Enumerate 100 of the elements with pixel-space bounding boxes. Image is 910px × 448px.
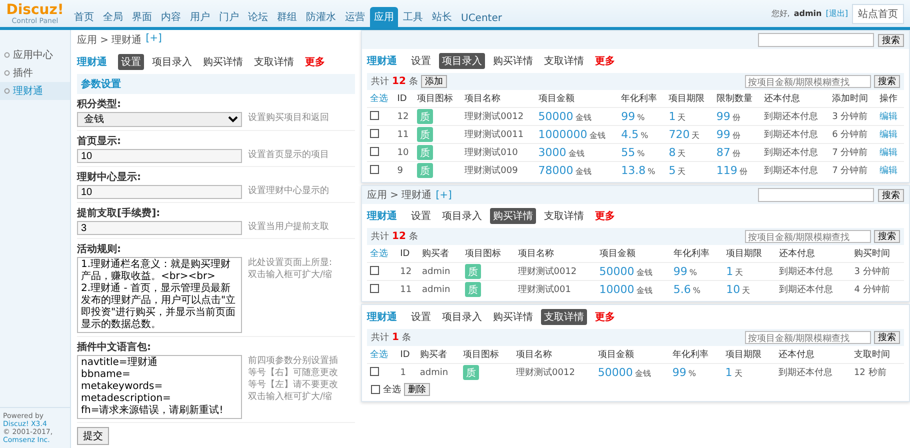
tab[interactable]: 购买详情 (490, 309, 536, 325)
edit-link[interactable]: 编辑 (880, 148, 898, 158)
field-label: 提前支取[手续费]: (77, 206, 162, 221)
column-header: ID (397, 245, 420, 262)
nav-tab[interactable]: 用户 (186, 7, 214, 27)
input-field[interactable]: 10 (77, 149, 242, 163)
checkbox[interactable] (370, 146, 379, 156)
nav-tab[interactable]: 界面 (128, 7, 156, 27)
nav-tab[interactable]: 群组 (273, 7, 301, 27)
table-cell: 到期还本付息 (761, 108, 830, 126)
column-header: 项目名称 (514, 245, 596, 262)
input-field[interactable]: 3 (77, 221, 242, 235)
textarea-field[interactable]: 1.理财通栏名意义：就是购买理财产品，赚取收益。<br><br> 2.理财通 - 首页，显示管理员最新发布的理财产品，用户可以点击"立即投资"进行购买，并显示当前页面显示的数据总数。 (77, 257, 242, 333)
select-all-link[interactable]: 全选 (367, 245, 398, 262)
checkbox[interactable] (370, 164, 379, 174)
plugin-title: 理财通 (77, 56, 107, 69)
tab[interactable]: 购买详情 (490, 208, 536, 224)
edit-link[interactable]: 编辑 (880, 130, 898, 140)
tab[interactable]: 项目录入 (439, 309, 485, 325)
submit-button[interactable]: 提交 (77, 427, 109, 445)
add-shortcut-link[interactable]: [+] (146, 33, 162, 47)
tab[interactable]: 购买详情 (200, 54, 246, 70)
logo-text: Discuz! (6, 2, 64, 16)
nav-tab[interactable]: 论坛 (244, 7, 272, 27)
input-field[interactable]: 10 (77, 185, 242, 199)
tab[interactable]: 项目录入 (439, 208, 485, 224)
select-field[interactable]: 金钱 (77, 112, 242, 127)
search-button[interactable]: 搜索 (874, 230, 900, 243)
tab[interactable]: 支取详情 (251, 54, 297, 70)
tab[interactable]: 支取详情 (541, 208, 587, 224)
table-cell: 11 (397, 280, 420, 298)
sidebar-item[interactable]: 应用中心 (0, 46, 70, 64)
value-unit: 金钱 (568, 149, 584, 158)
search-button[interactable]: 搜索 (878, 188, 904, 202)
total-label: 共计 (371, 332, 389, 344)
nav-tab[interactable]: 全局 (99, 7, 127, 27)
checkbox[interactable] (370, 110, 379, 120)
site-home-button[interactable]: 站点首页 (852, 4, 904, 24)
search-button[interactable]: 搜索 (874, 331, 900, 344)
column-header: 购买者 (416, 346, 460, 364)
column-header: 年化利率 (618, 90, 666, 108)
search-field[interactable]: 按项目金额/期限模糊查找 (745, 75, 871, 88)
column-header: 购买者 (419, 245, 462, 262)
more-link[interactable]: 更多 (592, 208, 618, 224)
sidebar-item[interactable]: 插件 (0, 64, 70, 82)
search-field[interactable] (758, 188, 874, 202)
edit-link[interactable]: 编辑 (880, 112, 898, 122)
value-number: 99 (716, 110, 730, 123)
value-unit: % (692, 286, 700, 295)
add-button[interactable]: 添加 (420, 75, 447, 88)
tab[interactable]: 设置 (408, 309, 434, 325)
table-cell: 到期还本付息 (761, 126, 830, 144)
textarea-field[interactable]: navtitle=理财通 bbname= metakeywords= metadescription= fh=请求来源错误，请刷新重试! (77, 355, 242, 419)
value-number: 720 (668, 128, 690, 141)
tab[interactable]: 设置 (408, 53, 434, 69)
tab[interactable]: 支取详情 (541, 53, 587, 69)
nav-tab[interactable]: 内容 (157, 7, 185, 27)
field-label: 积分类型: (77, 98, 122, 112)
column-header: 项目期限 (666, 90, 714, 108)
nav-tab[interactable]: UCenter (457, 10, 506, 27)
more-link[interactable]: 更多 (592, 309, 618, 325)
table-cell: 到期还本付息 (776, 280, 852, 298)
table-cell: 到期还本付息 (761, 162, 830, 179)
value-number: 78000 (538, 164, 574, 177)
column-header: 项目金额 (596, 245, 670, 262)
checkbox[interactable] (370, 128, 379, 138)
value-unit: 天 (678, 167, 686, 176)
tab[interactable]: 项目录入 (149, 54, 195, 70)
search-field[interactable]: 按项目金额/期限模糊查找 (745, 331, 871, 344)
column-header: 项目名称 (513, 346, 595, 364)
edit-link[interactable]: 编辑 (880, 166, 898, 176)
delete-button[interactable]: 删除 (404, 383, 430, 396)
select-all-link[interactable]: 全选 (367, 90, 394, 108)
checkbox[interactable] (370, 366, 379, 376)
nav-tab[interactable]: 门户 (215, 7, 243, 27)
search-field[interactable]: 按项目金额/期限模糊查找 (745, 230, 871, 243)
checkbox[interactable] (370, 284, 379, 292)
tab[interactable]: 设置 (118, 54, 144, 70)
more-link[interactable]: 更多 (302, 54, 328, 70)
search-button[interactable]: 搜索 (878, 34, 904, 46)
search-button[interactable]: 搜索 (874, 75, 900, 88)
nav-tab[interactable]: 运营 (341, 7, 369, 27)
tab[interactable]: 购买详情 (490, 53, 536, 69)
select-all-link[interactable]: 全选 (367, 346, 398, 364)
nav-tab[interactable]: 防灌水 (302, 7, 340, 27)
checkbox[interactable] (371, 385, 380, 394)
select-all-label: 全选 (383, 384, 401, 396)
value-unit: 天 (678, 149, 686, 158)
checkbox[interactable] (370, 266, 379, 274)
more-link[interactable]: 更多 (592, 53, 618, 69)
search-field[interactable] (758, 33, 874, 47)
tab[interactable]: 设置 (408, 208, 434, 224)
nav-tab[interactable]: 应用 (370, 7, 398, 27)
table-cell: 10 (394, 144, 414, 162)
tab[interactable]: 项目录入 (439, 53, 485, 69)
column-header: 添加时间 (829, 90, 877, 108)
nav-tab[interactable]: 工具 (399, 7, 427, 27)
nav-tab[interactable]: 站长 (428, 7, 456, 27)
tab[interactable]: 支取详情 (541, 309, 587, 325)
nav-tab[interactable]: 首页 (70, 7, 98, 27)
